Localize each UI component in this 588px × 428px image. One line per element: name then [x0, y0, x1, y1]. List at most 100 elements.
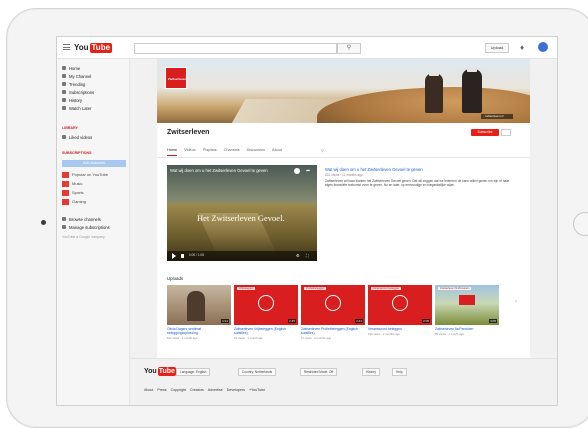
language-button[interactable]: Language: English	[176, 368, 211, 376]
upload-meta: 11 views · 2 months ago	[301, 336, 332, 340]
screen: You Tube ⚲ Upload ♦ Home My Channel Tren…	[56, 36, 558, 406]
upload-title[interactable]: Zwitserleven Profielbeleggen (English su…	[301, 327, 365, 335]
featured-info-title[interactable]: Wat wij doen om u het Zwitserleven Gevoe…	[325, 167, 423, 172]
thumbnail-label: Verantwoord beleggen	[371, 287, 401, 290]
clock-icon	[62, 106, 66, 110]
upload-button[interactable]: Upload	[485, 43, 509, 53]
channel-name: Zwitserleven	[167, 129, 210, 136]
footer-link-creators[interactable]: Creators	[190, 388, 204, 392]
tab-discussion[interactable]: Discussion	[247, 148, 265, 156]
upload-thumbnail[interactable]: 1:21	[167, 285, 231, 325]
video-duration: 2:43	[355, 319, 363, 323]
sidebar-channel-music[interactable]: Music	[62, 180, 82, 187]
notification-bell-icon[interactable]: ♦	[520, 43, 524, 52]
footer-link-press[interactable]: Press	[157, 388, 166, 392]
country-button[interactable]: Country: Netherlands	[238, 368, 277, 376]
upload-title[interactable]: Zwitserleven NuPensioen	[435, 327, 499, 331]
menu-icon[interactable]	[63, 44, 70, 50]
search-input[interactable]	[134, 43, 337, 54]
sidebar-channel-popular[interactable]: Popular on YouTube	[62, 171, 108, 178]
upload-title[interactable]: Zwitserleven Vrijbeleggen (English subti…	[234, 327, 298, 335]
search-button[interactable]: ⚲	[337, 43, 361, 54]
sidebar-item-label: Music	[72, 181, 83, 186]
upload-thumbnail[interactable]: Vrijbeleggen 2:45	[234, 285, 298, 325]
sidebar-item-history[interactable]: History	[62, 97, 82, 103]
help-button[interactable]: Help	[392, 368, 407, 376]
subscribe-button[interactable]: Subscribe	[471, 129, 499, 136]
sidebar-item-label: My Channel	[69, 73, 92, 79]
uploads-heading[interactable]: Uploads	[167, 276, 183, 281]
history-button[interactable]: History	[362, 368, 380, 376]
upload-meta: 19 views · 1 month ago	[234, 336, 263, 340]
thumbs-up-icon	[62, 135, 66, 139]
tab-home[interactable]: Home	[167, 148, 178, 156]
youtube-logo[interactable]: You Tube	[74, 42, 113, 53]
volume-icon[interactable]	[181, 254, 184, 258]
search-icon: ⚲	[346, 45, 352, 51]
sidebar-item-label: History	[69, 97, 83, 103]
sidebar-item-label: Gaming	[72, 199, 87, 204]
avatar[interactable]	[538, 42, 548, 52]
tab-about[interactable]: About	[272, 148, 282, 156]
sidebar-item-label: Trending	[69, 81, 86, 87]
sidebar-channel-sports[interactable]: Sports	[62, 189, 84, 196]
upload-thumbnail[interactable]: Verantwoord beleggen 2:05	[368, 285, 432, 325]
featured-video-player[interactable]: Wat wij doen om u het Zwitserleven Gevoe…	[167, 165, 317, 261]
history-icon	[62, 98, 66, 102]
thumbnail-label: Profielbeleggen	[304, 287, 327, 290]
video-title[interactable]: Wat wij doen om u het Zwitserleven Gevoe…	[170, 168, 268, 173]
add-channels-button[interactable]: Add channels	[62, 160, 126, 167]
home-button[interactable]	[573, 212, 588, 236]
tab-videos[interactable]: Videos	[184, 148, 196, 156]
upload-meta: 612 views · 1 month ago	[167, 336, 198, 340]
footer-youtube-logo[interactable]: You Tube	[144, 367, 176, 376]
sidebar-item-manage-subscriptions[interactable]: Manage subscriptions	[62, 224, 110, 230]
upload-thumbnail[interactable]: Zwitserleven NuPensioen 3:05	[435, 285, 499, 325]
footer-link-about[interactable]: About	[144, 388, 153, 392]
banner-cyclist	[425, 73, 443, 113]
banner-link[interactable]: zwitserleven.nl	[481, 114, 513, 119]
sidebar-item-liked-videos[interactable]: Liked videos	[62, 134, 92, 140]
flame-icon	[62, 82, 66, 86]
channel-thumbnail	[62, 180, 69, 187]
top-bar: You Tube ⚲ Upload ♦	[57, 37, 557, 59]
section-subscriptions-heading: SUBSCRIPTIONS	[62, 151, 92, 155]
banner-helmet	[429, 69, 439, 76]
sidebar-item-subscriptions[interactable]: Subscriptions	[62, 89, 94, 95]
subscriber-count	[501, 129, 511, 136]
thumbnail-label: Vrijbeleggen	[237, 287, 256, 290]
chevron-right-icon[interactable]: ›	[515, 299, 517, 305]
tabs-divider	[157, 157, 530, 158]
restricted-mode-button[interactable]: Restricted Mode: Off	[300, 368, 338, 376]
clock-icon[interactable]	[294, 168, 300, 174]
logo-you: You	[144, 368, 157, 375]
footer-link-advertise[interactable]: Advertise	[208, 388, 223, 392]
channel-logo[interactable]: Zwitserleven	[165, 67, 187, 89]
sidebar: Home My Channel Trending Subscriptions H…	[57, 59, 130, 405]
tab-channels[interactable]: Channels	[224, 148, 240, 156]
sidebar-item-home[interactable]: Home	[62, 65, 80, 71]
plus-circle-icon	[62, 217, 66, 221]
upload-title[interactable]: Olivia Dagers sentimat beleggingsoplossi…	[167, 327, 231, 335]
channel-search-icon[interactable]: ⚲	[321, 148, 324, 153]
sidebar-channel-gaming[interactable]: Gaming	[62, 198, 86, 205]
sidebar-item-watch-later[interactable]: Watch Later	[62, 105, 91, 111]
channel-thumbnail	[62, 171, 69, 178]
play-icon[interactable]	[172, 253, 176, 259]
gear-icon[interactable]: ⚙	[296, 253, 300, 258]
share-icon[interactable]: ➦	[306, 168, 310, 174]
upload-title[interactable]: Verantwoord beleggen	[368, 327, 432, 331]
camera-dot	[41, 220, 46, 225]
sidebar-item-browse-channels[interactable]: Browse channels	[62, 216, 101, 222]
tab-playlists[interactable]: Playlists	[203, 148, 217, 156]
footer-link-plus-youtube[interactable]: +YouTube	[249, 388, 265, 392]
sidebar-item-trending[interactable]: Trending	[62, 81, 85, 87]
user-icon	[62, 74, 66, 78]
upload-thumbnail[interactable]: Profielbeleggen 2:43	[301, 285, 365, 325]
footer-link-copyright[interactable]: Copyright	[171, 388, 186, 392]
fullscreen-icon[interactable]: ⛶	[306, 253, 309, 258]
channel-logo-text: Zwitserleven	[168, 77, 187, 81]
sidebar-item-my-channel[interactable]: My Channel	[62, 73, 91, 79]
footer-link-developers[interactable]: Developers	[227, 388, 245, 392]
thumbnail-person	[187, 291, 205, 321]
